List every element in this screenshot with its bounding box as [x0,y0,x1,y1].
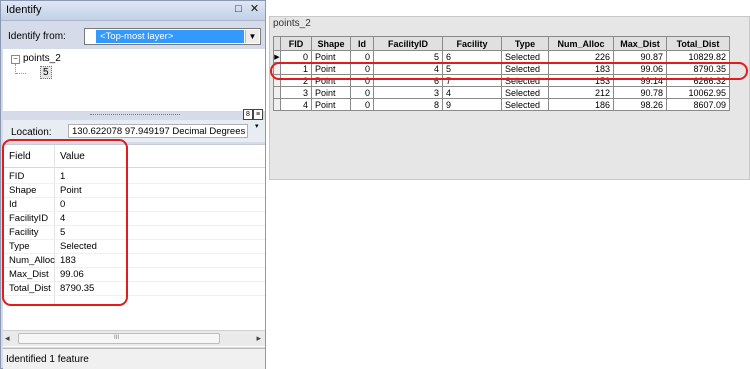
column-header[interactable]: Total_Dist [666,36,730,51]
pane-splitter[interactable] [3,111,265,119]
table-cell[interactable]: 212 [548,86,614,99]
row-selector-header[interactable] [273,36,281,51]
column-header[interactable]: Facility [442,36,502,51]
table-cell[interactable]: Selected [501,50,549,63]
view-list-icon[interactable]: ≡ [253,109,263,120]
tree-layer-node[interactable]: points_2 [23,53,61,64]
table-cell[interactable]: 3 [373,86,443,99]
table-row[interactable]: 4 Point 0 8 9 Selected 186 98.26 8607.09 [273,98,730,111]
table-cell[interactable]: 0 [350,86,374,99]
splitter-grip[interactable] [90,114,180,117]
location-menu-icon[interactable]: ▾ [255,122,259,130]
scroll-right-icon[interactable]: ▸ [256,333,261,344]
scrollbar-thumb[interactable]: III [18,333,220,344]
table-cell[interactable]: 98.26 [613,98,667,111]
column-header[interactable]: Num_Alloc [548,36,614,51]
attributes-highlight-annotation [2,139,128,306]
tree-collapse-icon[interactable]: − [11,55,20,64]
row-selector[interactable] [273,98,281,111]
column-header[interactable]: FID [280,36,312,51]
table-cell[interactable]: 226 [548,50,614,63]
dropdown-arrow-icon[interactable]: ▼ [245,30,259,43]
row-selector[interactable] [273,86,281,99]
column-header[interactable]: Type [501,36,549,51]
scroll-left-icon[interactable]: ◂ [5,333,10,344]
table-cell[interactable]: 4 [280,98,312,111]
column-header[interactable]: FacilityID [373,36,443,51]
table-cell[interactable]: Selected [501,98,549,111]
column-header[interactable]: Max_Dist [613,36,667,51]
horizontal-scrollbar[interactable]: ◂ III ▸ [3,330,265,346]
table-cell[interactable]: 0 [350,98,374,111]
table-cell[interactable]: 4 [442,86,502,99]
identify-title-bar[interactable]: Identify □ ✕ [1,1,265,21]
table-cell[interactable]: 8 [373,98,443,111]
table-cell[interactable]: Selected [501,86,549,99]
table-cell[interactable]: Point [311,50,351,63]
table-title: points_2 [273,18,311,29]
location-label: Location: [11,127,52,138]
identify-title: Identify [6,4,42,16]
column-header[interactable]: Id [350,36,374,51]
table-cell[interactable]: 3 [280,86,312,99]
current-row-icon[interactable]: ▶ [273,50,281,63]
restore-icon[interactable]: □ [232,3,245,16]
close-icon[interactable]: ✕ [248,3,261,16]
attribute-table-window: points_2 FID Shape Id FacilityID Facilit… [269,16,750,180]
table-cell[interactable]: 9 [442,98,502,111]
table-cell[interactable]: 90.87 [613,50,667,63]
table-row[interactable]: ▶ 0 Point 0 5 6 Selected 226 90.87 10829… [273,50,730,63]
table-cell[interactable]: Point [311,98,351,111]
status-bar: Identified 1 feature [3,348,265,369]
selected-row-highlight-annotation [270,62,748,80]
column-header[interactable]: Shape [311,36,351,51]
view-toggle-icon[interactable]: 8 [243,109,253,120]
table-cell[interactable]: 5 [373,50,443,63]
location-value[interactable]: 130.622078 97.949197 Decimal Degrees [68,124,248,138]
scrollbar-grip: III [114,335,120,341]
table-cell[interactable]: 186 [548,98,614,111]
table-cell[interactable]: 0 [350,50,374,63]
table-cell[interactable]: 8607.09 [666,98,730,111]
identify-from-label: Identify from: [8,31,66,42]
table-cell[interactable]: 10062.95 [666,86,730,99]
table-cell[interactable]: 6 [442,50,502,63]
tree-feature-node[interactable]: 5 [40,66,52,79]
table-cell[interactable]: 0 [280,50,312,63]
table-cell[interactable]: 10829.82 [666,50,730,63]
table-row[interactable]: 3 Point 0 3 4 Selected 212 90.78 10062.9… [273,86,730,99]
identify-from-dropdown[interactable]: <Top-most layer> ▼ [84,28,261,45]
table-cell[interactable]: Point [311,86,351,99]
identify-results-tree: − points_2 5 [3,49,265,111]
identify-from-value: <Top-most layer> [96,30,244,43]
table-header-row: FID Shape Id FacilityID Facility Type Nu… [273,36,730,51]
table-cell[interactable]: 90.78 [613,86,667,99]
status-text: Identified 1 feature [6,354,89,365]
tree-connector [16,73,26,74]
